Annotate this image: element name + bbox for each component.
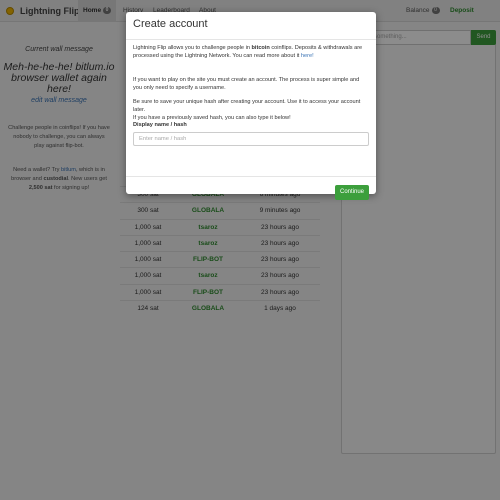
create-account-modal: Create account Lightning Flip allows you… (126, 12, 376, 200)
modal-intro-bold: bitcoin (251, 45, 270, 51)
name-field-label: Display name / hash (133, 122, 187, 129)
modal-account-info: If you want to play on the site you must… (133, 77, 360, 91)
modal-hash-hint: If you have a previously saved hash, you… (133, 114, 291, 121)
modal-body: Lightning Flip allows you to challenge p… (126, 45, 376, 146)
modal-intro: Lightning Flip allows you to challenge p… (133, 45, 369, 60)
name-hash-input[interactable]: Enter name / hash (133, 131, 369, 146)
read-more-link[interactable]: here! (301, 53, 314, 59)
modal-header: Create account (126, 12, 376, 40)
modal-hash-info: Be sure to save your unique hash after c… (133, 99, 361, 113)
modal-title: Create account (133, 18, 208, 30)
modal-footer (126, 176, 376, 177)
continue-button[interactable]: Continue (335, 185, 369, 200)
modal-intro-pre: Lightning Flip allows you to challenge p… (133, 45, 252, 51)
